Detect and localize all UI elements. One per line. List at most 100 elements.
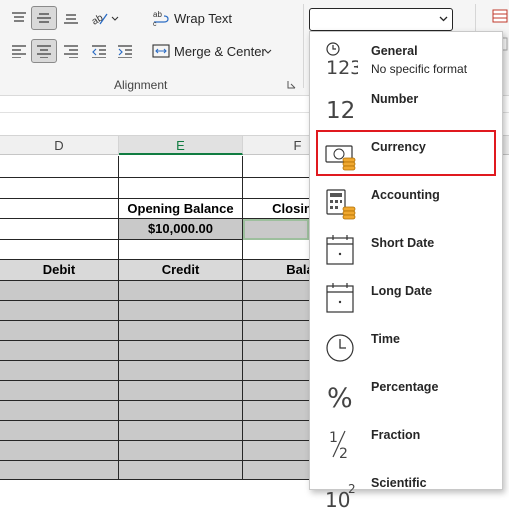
opening-balance-label-cell[interactable]: Opening Balance bbox=[119, 199, 243, 219]
cell[interactable] bbox=[0, 199, 119, 219]
table-cell[interactable] bbox=[0, 361, 119, 381]
svg-text:ab: ab bbox=[153, 10, 162, 19]
percent-icon: % bbox=[324, 377, 358, 413]
align-right-icon bbox=[64, 45, 78, 58]
currency-icon bbox=[324, 137, 358, 173]
cell[interactable] bbox=[119, 156, 243, 178]
middle-align-icon bbox=[37, 13, 51, 23]
opening-balance-value-cell[interactable]: $10,000.00 bbox=[119, 219, 243, 240]
table-cell[interactable] bbox=[0, 401, 119, 421]
format-item-currency[interactable]: Currency bbox=[310, 131, 502, 179]
format-item-accounting[interactable]: Accounting bbox=[310, 179, 502, 227]
cell[interactable] bbox=[0, 156, 119, 178]
orientation-button[interactable]: ab bbox=[88, 6, 122, 30]
format-item-short-date[interactable]: Short Date bbox=[310, 227, 502, 275]
table-cell[interactable] bbox=[0, 461, 119, 480]
align-right-button[interactable] bbox=[58, 39, 84, 63]
format-item-long-date[interactable]: Long Date bbox=[310, 275, 502, 323]
middle-align-button[interactable] bbox=[31, 6, 57, 30]
dialog-launcher-icon[interactable] bbox=[287, 80, 296, 89]
clock-icon bbox=[324, 329, 358, 365]
align-center-button[interactable] bbox=[31, 39, 57, 63]
table-cell[interactable] bbox=[0, 381, 119, 401]
cell[interactable] bbox=[119, 240, 243, 260]
table-cell[interactable] bbox=[119, 461, 243, 480]
long-date-icon bbox=[324, 281, 358, 317]
format-item-label: Fraction bbox=[371, 428, 421, 442]
column-header-e[interactable]: E bbox=[119, 136, 243, 155]
table-cell[interactable] bbox=[119, 281, 243, 301]
table-cell[interactable] bbox=[119, 441, 243, 461]
format-item-label: Time bbox=[371, 332, 400, 346]
number-format-dropdown: 123 General No specific format 12 Number… bbox=[309, 31, 503, 509]
number-12-icon: 12 bbox=[324, 89, 358, 125]
credit-header-cell[interactable]: Credit bbox=[119, 260, 243, 281]
table-cell[interactable] bbox=[0, 341, 119, 361]
format-item-fraction[interactable]: 1 2 Fraction bbox=[310, 419, 502, 467]
short-date-icon bbox=[324, 233, 358, 269]
format-item-sublabel: No specific format bbox=[371, 62, 468, 76]
top-align-button[interactable] bbox=[6, 6, 32, 30]
debit-header-cell[interactable]: Debit bbox=[0, 260, 119, 281]
clock-123-icon: 123 bbox=[324, 41, 358, 77]
format-item-label: Percentage bbox=[371, 380, 439, 394]
align-center-icon bbox=[37, 45, 51, 58]
format-item-time[interactable]: Time bbox=[310, 323, 502, 371]
scientific-base: 10 bbox=[325, 488, 350, 509]
table-cell[interactable] bbox=[0, 421, 119, 441]
table-cell[interactable] bbox=[119, 401, 243, 421]
scientific-icon: 10 2 bbox=[324, 473, 358, 509]
format-item-label: General bbox=[371, 44, 418, 58]
top-align-icon bbox=[12, 12, 26, 22]
table-cell[interactable] bbox=[0, 441, 119, 461]
fraction-icon: 1 2 bbox=[324, 425, 358, 461]
fraction-denominator: 2 bbox=[339, 446, 348, 461]
cell[interactable] bbox=[0, 178, 119, 199]
wrap-text-label[interactable]: Wrap Text bbox=[174, 11, 232, 26]
format-item-label: Accounting bbox=[371, 188, 440, 202]
wrap-text-icon-wrap[interactable]: ab c bbox=[150, 6, 172, 30]
format-item-scientific[interactable]: 10 2 Scientific bbox=[310, 467, 502, 515]
table-cell[interactable] bbox=[119, 301, 243, 321]
fraction-numerator: 1 bbox=[329, 430, 338, 446]
table-cell[interactable] bbox=[0, 281, 119, 301]
orientation-icon: ab bbox=[90, 12, 119, 26]
table-cell[interactable] bbox=[0, 321, 119, 341]
cell[interactable] bbox=[0, 219, 119, 240]
percent-icon-text: % bbox=[327, 383, 353, 413]
format-item-general[interactable]: 123 General No specific format bbox=[310, 35, 502, 83]
format-item-label: Number bbox=[371, 92, 419, 106]
accounting-icon bbox=[324, 185, 358, 221]
decrease-indent-icon bbox=[92, 45, 106, 58]
increase-indent-button[interactable] bbox=[112, 39, 138, 63]
format-item-percentage[interactable]: % Percentage bbox=[310, 371, 502, 419]
table-cell[interactable] bbox=[119, 341, 243, 361]
format-item-label: Short Date bbox=[371, 236, 435, 250]
merge-center-icon-wrap[interactable] bbox=[150, 39, 172, 63]
table-cell[interactable] bbox=[119, 421, 243, 441]
decrease-indent-button[interactable] bbox=[86, 39, 112, 63]
format-item-label: Long Date bbox=[371, 284, 433, 298]
general-icon-text: 123 bbox=[326, 57, 358, 77]
cell[interactable] bbox=[0, 240, 119, 260]
table-cell[interactable] bbox=[0, 301, 119, 321]
table-cell[interactable] bbox=[119, 321, 243, 341]
format-item-label: Currency bbox=[371, 140, 426, 154]
number-format-combo[interactable] bbox=[309, 8, 453, 31]
column-header-d[interactable]: D bbox=[0, 136, 119, 155]
cell[interactable] bbox=[119, 178, 243, 199]
bottom-align-button[interactable] bbox=[58, 6, 84, 30]
table-cell[interactable] bbox=[119, 381, 243, 401]
wrap-text-icon: ab c bbox=[153, 10, 169, 27]
chevron-down-icon bbox=[439, 16, 448, 22]
merge-chevron-down-icon[interactable] bbox=[264, 49, 272, 55]
ribbon-separator bbox=[303, 4, 304, 88]
format-item-number[interactable]: 12 Number bbox=[310, 83, 502, 131]
bottom-align-icon bbox=[64, 14, 78, 24]
table-cell[interactable] bbox=[119, 361, 243, 381]
increase-indent-icon bbox=[118, 45, 132, 58]
align-left-button[interactable] bbox=[6, 39, 32, 63]
merge-center-icon bbox=[152, 44, 170, 58]
merge-center-label[interactable]: Merge & Center bbox=[174, 44, 266, 59]
align-left-icon bbox=[12, 45, 26, 58]
